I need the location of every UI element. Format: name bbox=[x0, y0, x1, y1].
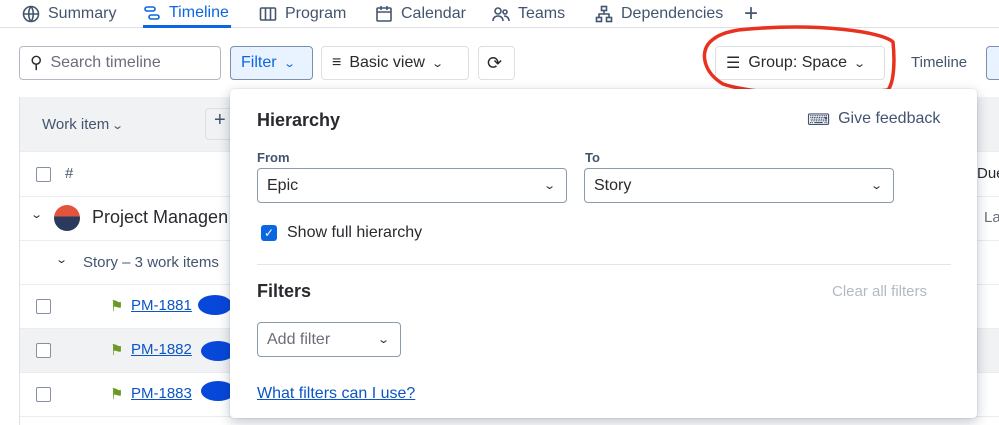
filter-button[interactable]: Filter ⌄ bbox=[230, 46, 313, 80]
row-checkbox[interactable] bbox=[36, 343, 51, 358]
redaction-mark bbox=[198, 295, 232, 315]
story-icon: ⚑ bbox=[110, 342, 124, 359]
view-toggle[interactable] bbox=[986, 46, 999, 80]
tab-teams[interactable]: Teams bbox=[492, 0, 565, 28]
clear-all-filters-button[interactable]: Clear all filters bbox=[832, 283, 927, 300]
timeline-view-label: Timeline bbox=[911, 54, 968, 71]
project-due: La bbox=[984, 209, 999, 226]
story-group-label: Story – 3 work items bbox=[83, 254, 219, 271]
to-select[interactable]: Story ⌄ bbox=[584, 168, 894, 203]
due-column-header: Due bbox=[977, 165, 999, 182]
show-full-hierarchy-label: Show full hierarchy bbox=[287, 224, 423, 241]
project-name: Project Managen bbox=[92, 207, 229, 227]
work-item-key-link[interactable]: PM-1881 bbox=[131, 297, 192, 314]
work-item-column-dropdown[interactable]: Work item ⌄ bbox=[42, 116, 124, 133]
project-avatar bbox=[54, 205, 80, 231]
globe-icon bbox=[22, 5, 40, 23]
chevron-down-icon: ⌄ bbox=[376, 334, 390, 346]
tab-calendar[interactable]: Calendar bbox=[375, 0, 466, 28]
chevron-down-icon: ⌄ bbox=[542, 180, 556, 192]
from-select[interactable]: Epic ⌄ bbox=[257, 168, 567, 203]
row-checkbox[interactable] bbox=[36, 387, 51, 402]
feedback-icon: ⌨ bbox=[807, 112, 831, 129]
give-feedback-button[interactable]: ⌨ Give feedback bbox=[807, 110, 940, 130]
to-label: To bbox=[585, 150, 600, 165]
search-input[interactable]: ⚲ Search timeline bbox=[19, 46, 221, 80]
add-filter-select[interactable]: Add filter ⌄ bbox=[257, 322, 401, 357]
from-label: From bbox=[257, 150, 290, 165]
columns-icon bbox=[259, 7, 277, 21]
chevron-down-icon[interactable]: ⌄ bbox=[55, 253, 68, 266]
search-icon: ⚲ bbox=[30, 53, 43, 72]
tab-timeline[interactable]: Timeline bbox=[143, 0, 231, 28]
view-settings-icon: ≡ bbox=[332, 54, 342, 71]
story-icon: ⚑ bbox=[110, 386, 124, 403]
select-all-checkbox[interactable] bbox=[36, 167, 51, 182]
filters-help-link[interactable]: What filters can I use? bbox=[257, 385, 415, 403]
calendar-icon bbox=[376, 6, 392, 22]
key-column-header: # bbox=[65, 165, 74, 182]
hierarchy-heading: Hierarchy bbox=[257, 110, 341, 130]
story-icon: ⚑ bbox=[110, 298, 124, 315]
refresh-button[interactable]: ⟳ bbox=[478, 46, 515, 80]
timeline-icon bbox=[144, 5, 160, 20]
work-item-key-link[interactable]: PM-1882 bbox=[131, 341, 192, 358]
tab-summary[interactable]: Summary bbox=[22, 0, 116, 28]
refresh-icon: ⟳ bbox=[487, 52, 503, 73]
filter-popup: Hierarchy ⌨ Give feedback From Epic ⌄ To S… bbox=[230, 89, 977, 418]
work-item-key-link[interactable]: PM-1883 bbox=[131, 385, 192, 402]
chevron-down-icon[interactable]: ⌄ bbox=[30, 208, 43, 221]
basic-view-button[interactable]: ≡ Basic view ⌄ bbox=[321, 46, 469, 80]
divider bbox=[257, 264, 951, 265]
chevron-down-icon: ⌄ bbox=[282, 57, 296, 70]
filters-heading: Filters bbox=[257, 281, 312, 301]
tab-program[interactable]: Program bbox=[259, 0, 346, 28]
show-full-hierarchy-checkbox[interactable]: ✓ bbox=[261, 225, 277, 241]
row-checkbox[interactable] bbox=[36, 299, 51, 314]
chevron-down-icon: ⌄ bbox=[869, 180, 883, 192]
teams-icon bbox=[492, 7, 510, 22]
chevron-down-icon: ⌄ bbox=[431, 57, 444, 70]
hierarchy-icon bbox=[595, 5, 613, 23]
